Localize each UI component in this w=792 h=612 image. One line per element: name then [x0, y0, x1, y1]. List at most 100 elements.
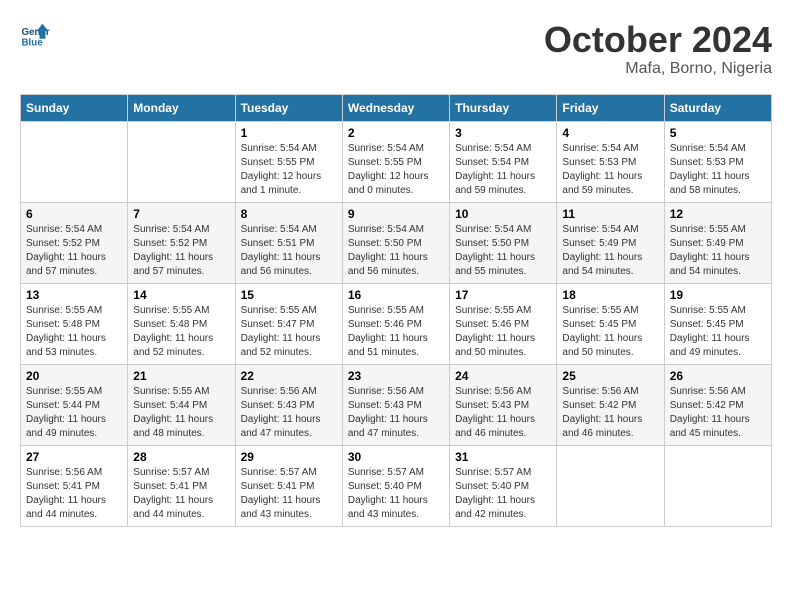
calendar-table: SundayMondayTuesdayWednesdayThursdayFrid…: [20, 94, 772, 527]
calendar-day: 2Sunrise: 5:54 AM Sunset: 5:55 PM Daylig…: [342, 121, 449, 202]
calendar-week-1: 1 Sunrise: 5:54 AM Sunset: 5:55 PM Daylig…: [21, 121, 772, 202]
day-info: Sunrise: 5:56 AM Sunset: 5:41 PM Dayligh…: [26, 466, 122, 522]
calendar-day: 18 Sunrise: 5:55 AM Sunset: 5:45 PM Dayli…: [557, 283, 664, 364]
day-info: Sunrise: 5:54 AM Sunset: 5:55 PM Dayligh…: [348, 142, 444, 198]
calendar-day: 21 Sunrise: 5:55 AM Sunset: 5:44 PM Dayli…: [128, 364, 235, 445]
day-number: 26: [670, 369, 766, 383]
calendar-day: 14 Sunrise: 5:55 AM Sunset: 5:48 PM Dayli…: [128, 283, 235, 364]
day-info: Sunrise: 5:56 AM Sunset: 5:43 PM Dayligh…: [348, 385, 444, 441]
calendar-day: 6Sunrise: 5:54 AM Sunset: 5:52 PM Daylig…: [21, 202, 128, 283]
calendar-day: 27 Sunrise: 5:56 AM Sunset: 5:41 PM Dayli…: [21, 445, 128, 526]
calendar-week-2: 6 Sunrise: 5:54 AM Sunset: 5:52 PM Daylig…: [21, 202, 772, 283]
calendar-day: 24 Sunrise: 5:56 AM Sunset: 5:43 PM Dayli…: [450, 364, 557, 445]
day-info: Sunrise: 5:55 AM Sunset: 5:48 PM Dayligh…: [133, 304, 229, 360]
calendar-day: 26 Sunrise: 5:56 AM Sunset: 5:42 PM Dayli…: [664, 364, 771, 445]
day-info: Sunrise: 5:55 AM Sunset: 5:48 PM Dayligh…: [26, 304, 122, 360]
day-number: 17: [455, 288, 551, 302]
calendar-day: 5 Sunrise: 5:54 AM Sunset: 5:53 PM Daylig…: [664, 121, 771, 202]
day-number: 16: [348, 288, 444, 302]
day-info: Sunrise: 5:56 AM Sunset: 5:43 PM Dayligh…: [455, 385, 551, 441]
day-info: Sunrise: 5:56 AM Sunset: 5:43 PM Dayligh…: [241, 385, 337, 441]
day-header-wednesday: Wednesday: [342, 94, 449, 121]
day-info: Sunrise: 5:54 AM Sunset: 5:50 PM Dayligh…: [455, 223, 551, 279]
day-info: Sunrise: 5:55 AM Sunset: 5:45 PM Dayligh…: [562, 304, 658, 360]
calendar-body: 1 Sunrise: 5:54 AM Sunset: 5:55 PM Daylig…: [21, 121, 772, 526]
day-header-friday: Friday: [557, 94, 664, 121]
day-number: 12: [670, 207, 766, 221]
calendar-day: 25 Sunrise: 5:56 AM Sunset: 5:42 PM Dayli…: [557, 364, 664, 445]
day-header-tuesday: Tuesday: [235, 94, 342, 121]
day-number: 7: [133, 207, 229, 221]
calendar-header-row: SundayMondayTuesdayWednesdayThursdayFrid…: [21, 94, 772, 121]
day-number: 10: [455, 207, 551, 221]
calendar-day: 17Sunrise: 5:55 AM Sunset: 5:46 PM Dayli…: [450, 283, 557, 364]
day-number: 6: [26, 207, 122, 221]
day-number: 9: [348, 207, 444, 221]
day-number: 18: [562, 288, 658, 302]
day-info: Sunrise: 5:54 AM Sunset: 5:49 PM Dayligh…: [562, 223, 658, 279]
day-number: 21: [133, 369, 229, 383]
calendar-day: 10 Sunrise: 5:54 AM Sunset: 5:50 PM Dayli…: [450, 202, 557, 283]
day-info: Sunrise: 5:57 AM Sunset: 5:40 PM Dayligh…: [348, 466, 444, 522]
calendar-day: 31Sunrise: 5:57 AM Sunset: 5:40 PM Dayli…: [450, 445, 557, 526]
calendar-day: 3 Sunrise: 5:54 AM Sunset: 5:54 PM Daylig…: [450, 121, 557, 202]
month-title: October 2024: [544, 20, 772, 60]
logo-icon: General Blue: [20, 20, 50, 50]
calendar-day: 8 Sunrise: 5:54 AM Sunset: 5:51 PM Daylig…: [235, 202, 342, 283]
day-header-sunday: Sunday: [21, 94, 128, 121]
day-number: 4: [562, 126, 658, 140]
day-number: 3: [455, 126, 551, 140]
day-number: 11: [562, 207, 658, 221]
calendar-day: 11 Sunrise: 5:54 AM Sunset: 5:49 PM Dayli…: [557, 202, 664, 283]
day-number: 30: [348, 450, 444, 464]
day-info: Sunrise: 5:57 AM Sunset: 5:41 PM Dayligh…: [241, 466, 337, 522]
day-info: Sunrise: 5:54 AM Sunset: 5:55 PM Dayligh…: [241, 142, 337, 198]
title-block: October 2024 Mafa, Borno, Nigeria: [544, 20, 772, 78]
logo: General Blue: [20, 20, 50, 50]
svg-text:Blue: Blue: [22, 38, 44, 49]
day-number: 1: [241, 126, 337, 140]
calendar-day: 15 Sunrise: 5:55 AM Sunset: 5:47 PM Dayli…: [235, 283, 342, 364]
day-number: 8: [241, 207, 337, 221]
day-info: Sunrise: 5:54 AM Sunset: 5:52 PM Dayligh…: [133, 223, 229, 279]
day-header-monday: Monday: [128, 94, 235, 121]
day-info: Sunrise: 5:55 AM Sunset: 5:49 PM Dayligh…: [670, 223, 766, 279]
calendar-day: 1 Sunrise: 5:54 AM Sunset: 5:55 PM Daylig…: [235, 121, 342, 202]
day-info: Sunrise: 5:54 AM Sunset: 5:51 PM Dayligh…: [241, 223, 337, 279]
day-number: 24: [455, 369, 551, 383]
day-number: 31: [455, 450, 551, 464]
day-number: 25: [562, 369, 658, 383]
calendar-day: 22 Sunrise: 5:56 AM Sunset: 5:43 PM Dayli…: [235, 364, 342, 445]
calendar-week-4: 20Sunrise: 5:55 AM Sunset: 5:44 PM Dayli…: [21, 364, 772, 445]
calendar-day: [21, 121, 128, 202]
calendar-day: [557, 445, 664, 526]
day-number: 19: [670, 288, 766, 302]
calendar-day: 9Sunrise: 5:54 AM Sunset: 5:50 PM Daylig…: [342, 202, 449, 283]
day-number: 5: [670, 126, 766, 140]
location-subtitle: Mafa, Borno, Nigeria: [544, 60, 772, 78]
calendar-day: [664, 445, 771, 526]
day-number: 29: [241, 450, 337, 464]
day-number: 13: [26, 288, 122, 302]
calendar-day: 19Sunrise: 5:55 AM Sunset: 5:45 PM Dayli…: [664, 283, 771, 364]
calendar-day: 28Sunrise: 5:57 AM Sunset: 5:41 PM Dayli…: [128, 445, 235, 526]
day-info: Sunrise: 5:56 AM Sunset: 5:42 PM Dayligh…: [562, 385, 658, 441]
day-info: Sunrise: 5:55 AM Sunset: 5:47 PM Dayligh…: [241, 304, 337, 360]
calendar-week-5: 27 Sunrise: 5:56 AM Sunset: 5:41 PM Dayli…: [21, 445, 772, 526]
calendar-day: 7 Sunrise: 5:54 AM Sunset: 5:52 PM Daylig…: [128, 202, 235, 283]
day-number: 14: [133, 288, 229, 302]
day-info: Sunrise: 5:56 AM Sunset: 5:42 PM Dayligh…: [670, 385, 766, 441]
day-info: Sunrise: 5:55 AM Sunset: 5:44 PM Dayligh…: [133, 385, 229, 441]
day-info: Sunrise: 5:54 AM Sunset: 5:53 PM Dayligh…: [670, 142, 766, 198]
day-number: 27: [26, 450, 122, 464]
day-number: 23: [348, 369, 444, 383]
day-header-saturday: Saturday: [664, 94, 771, 121]
calendar-day: 12 Sunrise: 5:55 AM Sunset: 5:49 PM Dayli…: [664, 202, 771, 283]
day-number: 22: [241, 369, 337, 383]
calendar-day: 13 Sunrise: 5:55 AM Sunset: 5:48 PM Dayli…: [21, 283, 128, 364]
day-info: Sunrise: 5:54 AM Sunset: 5:54 PM Dayligh…: [455, 142, 551, 198]
day-number: 28: [133, 450, 229, 464]
calendar-day: 16Sunrise: 5:55 AM Sunset: 5:46 PM Dayli…: [342, 283, 449, 364]
day-info: Sunrise: 5:55 AM Sunset: 5:44 PM Dayligh…: [26, 385, 122, 441]
day-number: 15: [241, 288, 337, 302]
